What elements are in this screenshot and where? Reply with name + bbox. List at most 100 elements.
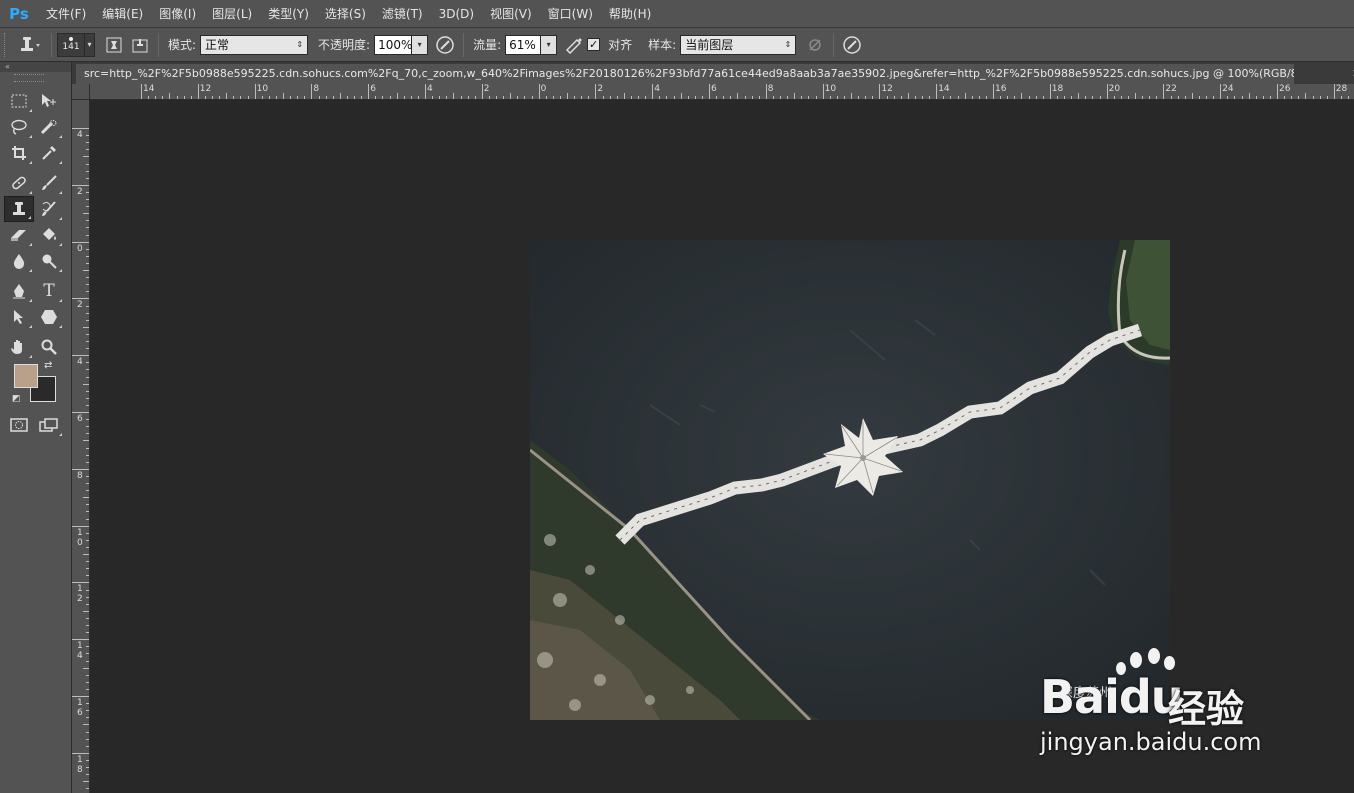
vertical-ruler[interactable]: 42024681012141618 [72,100,90,793]
menu-file[interactable]: 文件(F) [38,0,94,28]
brush-dropdown-arrow[interactable]: ▾ [85,32,95,57]
ruler-label: 22 [1165,84,1177,94]
ruler-minor-tick [86,135,89,137]
clone-stamp-preset-icon[interactable] [12,33,46,57]
zoom-tool-icon[interactable] [34,334,64,360]
menu-layer[interactable]: 图层(L) [204,0,260,28]
type-tool-icon[interactable]: T [34,278,64,304]
menu-filter[interactable]: 滤镜(T) [374,0,431,28]
flow-dropdown-arrow[interactable]: ▾ [541,34,558,55]
brush-preset-picker[interactable]: 141 [57,32,85,57]
flow-input[interactable]: 61% [505,34,542,55]
sample-select[interactable]: 当前图层 ⇕ [680,34,797,55]
separator [158,32,159,57]
menu-edit[interactable]: 编辑(E) [94,0,151,28]
ruler-minor-tick [86,191,89,193]
opacity-dropdown-arrow[interactable]: ▾ [412,34,429,55]
quick-mask-icon[interactable] [4,412,34,438]
history-brush-tool-icon[interactable] [34,196,64,222]
ruler-label: 1 [77,754,83,765]
ruler-minor-tick [86,348,89,350]
paint-bucket-tool-icon[interactable] [34,222,64,248]
align-checkbox[interactable]: ✓ [587,38,601,51]
ruler-minor-tick [1248,93,1250,99]
dodge-tool-icon[interactable] [34,248,64,274]
ruler-label: 6 [77,414,83,424]
mode-select[interactable]: 正常 ⇕ [200,34,309,55]
pressure-size-icon[interactable] [839,33,865,57]
screen-mode-icon[interactable] [34,412,64,438]
menu-view[interactable]: 视图(V) [482,0,540,28]
airbrush-icon[interactable] [561,33,587,57]
brush-panel-toggle-icon[interactable] [101,33,127,57]
ruler-minor-tick [83,156,89,158]
marquee-tool-icon[interactable] [4,88,34,114]
swap-colors-icon[interactable]: ⇄ [44,360,52,371]
ruler-minor-tick [86,518,89,520]
ruler-minor-tick [86,490,89,492]
quick-selection-tool-icon[interactable] [34,114,64,140]
healing-brush-tool-icon[interactable] [4,170,34,196]
document-tab[interactable]: src=http_%2F%2F5b0988e595225.cdn.sohucs.… [76,64,1294,84]
options-grip[interactable] [4,32,12,57]
collapse-panel-icon[interactable]: « [0,62,71,72]
ruler-minor-tick [86,291,89,293]
menu-type[interactable]: 类型(Y) [260,0,317,28]
clone-source-panel-icon[interactable] [127,33,153,57]
menu-image[interactable]: 图像(I) [151,0,204,28]
ruler-label: 10 [824,84,837,94]
menu-help[interactable]: 帮助(H) [601,0,659,28]
ruler-major-tick [425,84,426,99]
eyedropper-tool-icon[interactable] [34,140,64,166]
menu-3d[interactable]: 3D(D) [431,0,482,28]
menu-window[interactable]: 窗口(W) [540,0,601,28]
document-image[interactable]: 深度苏州 [530,240,1170,720]
move-tool-icon[interactable] [34,88,64,114]
ruler-minor-tick [86,284,89,286]
ruler-minor-tick [86,561,89,563]
ruler-label: 24 [1222,84,1234,94]
ruler-minor-tick [83,270,89,271]
ruler-major-tick [936,84,938,99]
ruler-minor-tick [86,646,89,648]
ruler-minor-tick [86,504,89,506]
ruler-minor-tick [339,93,341,99]
eraser-tool-icon[interactable] [4,222,34,248]
document-tab-bar: src=http_%2F%2F5b0988e595225.cdn.sohucs.… [72,62,1354,84]
shape-tool-icon[interactable] [34,304,64,330]
menu-select[interactable]: 选择(S) [317,0,374,28]
hand-tool-icon[interactable] [4,334,34,360]
ignore-adjustment-layers-icon[interactable] [802,33,828,57]
ruler-minor-tick [83,554,89,555]
foreground-color-swatch[interactable] [14,364,38,388]
path-selection-tool-icon[interactable] [4,304,34,330]
menu-bar: Ps 文件(F) 编辑(E) 图像(I) 图层(L) 类型(Y) 选择(S) 滤… [0,0,1354,28]
ruler-major-tick [72,468,89,470]
pressure-opacity-icon[interactable] [432,33,458,57]
ruler-minor-tick [86,255,89,257]
opacity-input[interactable]: 100% [374,34,412,55]
ruler-label: 6 [77,708,83,718]
blur-tool-icon[interactable] [4,248,34,274]
panel-grip[interactable] [14,74,44,82]
ruler-label: 4 [77,130,83,140]
lasso-tool-icon[interactable] [4,114,34,140]
pen-tool-icon[interactable] [4,278,34,304]
horizontal-ruler[interactable]: 14 12 10 8 6 4 2 0 2 4 6 8 10 12 14 16 18 20 22 24 26 28 [90,84,1354,100]
clone-stamp-tool-icon[interactable] [4,196,34,222]
ruler-major-tick [72,412,89,413]
ruler-major-tick [1220,84,1222,99]
crop-tool-icon[interactable] [4,140,34,166]
brush-tool-icon[interactable] [34,170,64,196]
ruler-minor-tick [169,93,171,99]
ruler-minor-tick [86,575,89,577]
ruler-minor-tick [86,341,89,342]
ruler-minor-tick [83,610,89,612]
ruler-label: 4 [77,357,83,368]
ruler-major-tick [822,84,824,99]
ruler-major-tick [197,84,199,99]
ruler-origin[interactable] [72,84,90,100]
ruler-minor-tick [86,220,89,222]
ruler-minor-tick [86,419,89,421]
default-colors-icon[interactable]: ◩ [12,394,21,404]
